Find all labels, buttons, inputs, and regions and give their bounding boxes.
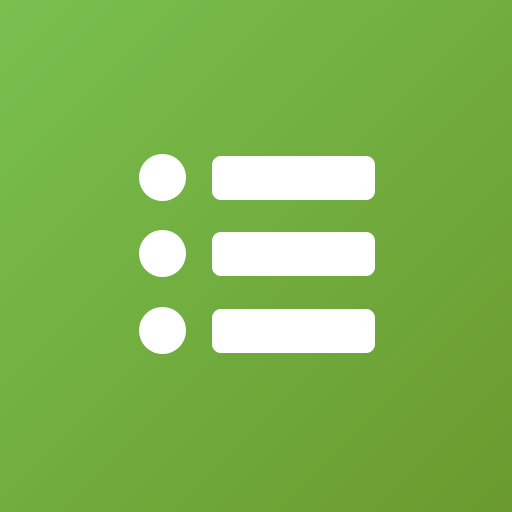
line-bar — [212, 156, 375, 200]
line-bar — [212, 232, 375, 276]
list-app-icon[interactable] — [0, 0, 512, 512]
bullet-dot — [139, 230, 186, 277]
line-bar — [212, 309, 375, 353]
list-icon — [0, 0, 512, 512]
bullet-dot — [139, 307, 186, 354]
bullet-dot — [139, 154, 186, 201]
